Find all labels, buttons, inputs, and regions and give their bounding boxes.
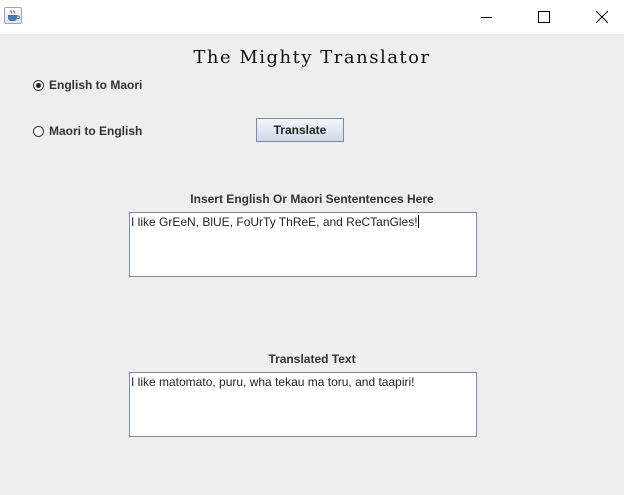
input-text: I like GrEeN, BlUE, FoUrTy ThReE, and Re… (131, 215, 418, 229)
radio-english-to-maori[interactable]: English to Maori (33, 78, 142, 92)
radio-selected-indicator[interactable] (33, 79, 44, 91)
app-title: The Mighty Translator (193, 47, 431, 68)
translate-button[interactable]: Translate (256, 118, 344, 142)
close-icon (596, 10, 608, 23)
maximize-icon (538, 10, 550, 23)
text-caret (417, 215, 419, 228)
close-button[interactable] (579, 0, 624, 33)
output-textarea[interactable]: I like matomato, puru, wha tekau ma toru… (129, 372, 477, 437)
input-label: Insert English Or Maori Sententences Her… (190, 192, 434, 206)
java-cup-icon[interactable] (4, 7, 22, 24)
maximize-button[interactable] (521, 0, 567, 33)
input-textarea[interactable]: I like GrEeN, BlUE, FoUrTy ThReE, and Re… (129, 212, 477, 277)
output-label: Translated Text (268, 352, 356, 366)
minimize-button[interactable] (464, 0, 510, 33)
minimize-icon (481, 16, 492, 18)
title-bar[interactable] (0, 0, 624, 34)
radio-label-english-to-maori: English to Maori (49, 78, 143, 92)
output-text: I like matomato, puru, wha tekau ma toru… (131, 375, 415, 389)
radio-label-maori-to-english: Maori to English (49, 124, 143, 138)
radio-maori-to-english[interactable]: Maori to English (33, 124, 142, 138)
radio-unselected-indicator[interactable] (33, 125, 44, 137)
